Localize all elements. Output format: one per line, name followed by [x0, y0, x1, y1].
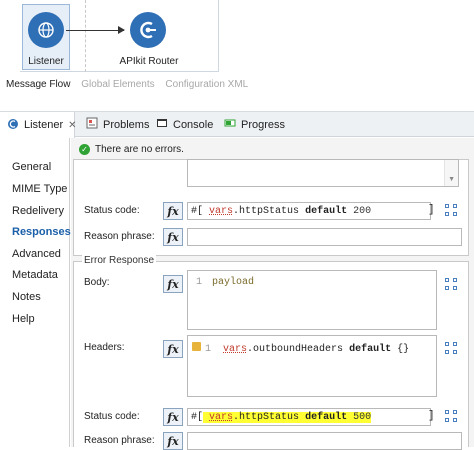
close-icon[interactable]: ✕ [68, 120, 76, 131]
scope-divider [85, 0, 86, 72]
listener-tab-icon [7, 118, 19, 133]
grid-icon[interactable] [445, 278, 459, 292]
fx-toggle-button[interactable]: fx [163, 340, 183, 358]
listener-node[interactable] [28, 12, 64, 48]
globe-icon [38, 22, 54, 38]
fx-toggle-button[interactable]: fx [163, 202, 183, 220]
check-circle-icon: ✓ [79, 144, 90, 155]
headers-editor[interactable]: 1 vars.outboundHeaders default {} [187, 335, 437, 397]
tab-global-elements[interactable]: Global Elements [81, 79, 154, 90]
tab-console[interactable]: Console [156, 112, 213, 137]
nav-item-advanced[interactable]: Advanced [12, 248, 61, 260]
flow-arrow [66, 26, 125, 34]
router-icon [140, 21, 156, 39]
body-editor[interactable]: 1 payload [187, 270, 437, 330]
nav-item-mime-type[interactable]: MIME Type [12, 183, 67, 195]
reason-phrase-label: Reason phrase: [84, 231, 155, 242]
properties-nav: General MIME Type Redelivery Responses A… [0, 138, 71, 447]
flow-canvas: Listener APIkit Router Message Flow Glob… [0, 0, 474, 100]
fx-toggle-button[interactable]: fx [163, 228, 183, 246]
listener-node-label: Listener [28, 56, 64, 67]
apikit-router-node[interactable] [130, 12, 166, 48]
tab-configuration-xml[interactable]: Configuration XML [165, 79, 248, 90]
tab-progress[interactable]: Progress [224, 112, 285, 137]
grid-icon[interactable] [445, 410, 459, 424]
progress-icon [224, 117, 236, 132]
tab-listener-label: Listener [24, 119, 64, 131]
grid-icon[interactable] [445, 204, 459, 218]
warning-icon [192, 342, 201, 351]
nav-item-help[interactable]: Help [12, 313, 35, 325]
tab-console-label: Console [173, 118, 214, 131]
error-status-code-label: Status code: [84, 411, 140, 422]
nav-item-redelivery[interactable]: Redelivery [12, 205, 64, 217]
nav-item-metadata[interactable]: Metadata [12, 269, 58, 281]
response-headers-editor[interactable]: ▼ [187, 159, 459, 187]
validation-status: ✓ There are no errors. [79, 144, 184, 155]
status-code-input[interactable]: #[ vars .httpStatus default 200 [187, 202, 431, 220]
status-code-label: Status code: [84, 205, 140, 216]
tab-listener[interactable]: Listener ✕ [0, 112, 77, 138]
response-panel: ▼ Status code: fx #[ vars .httpStatus def… [73, 159, 469, 256]
grid-icon[interactable] [445, 342, 459, 356]
view-tab-bar: Listener ✕ Problems Console Progress [0, 111, 474, 138]
scrollbar[interactable]: ▼ [444, 160, 458, 186]
status-message: There are no errors. [95, 144, 184, 155]
tab-message-flow[interactable]: Message Flow [6, 79, 70, 90]
nav-item-responses[interactable]: Responses [12, 226, 71, 238]
canvas-tabs: Message Flow Global Elements Configurati… [6, 79, 256, 90]
tab-problems-label: Problems [103, 118, 150, 131]
headers-label: Headers: [84, 342, 125, 353]
error-response-title: Error Response [82, 255, 157, 266]
tab-progress-label: Progress [241, 118, 286, 131]
nav-item-notes[interactable]: Notes [12, 291, 41, 303]
fx-toggle-button[interactable]: fx [163, 432, 183, 450]
error-reason-phrase-label: Reason phrase: [84, 435, 155, 446]
error-response-panel: Error Response Body: fx 1 payload Header… [73, 255, 469, 450]
nav-item-general[interactable]: General [12, 161, 51, 173]
router-node-label: APIkit Router [119, 56, 179, 67]
fx-toggle-button[interactable]: fx [163, 275, 183, 293]
body-code: payload [212, 277, 255, 288]
body-label: Body: [84, 277, 110, 288]
reason-phrase-input[interactable] [187, 228, 462, 246]
error-reason-phrase-input[interactable] [187, 432, 462, 450]
line-number: 1 [196, 277, 203, 288]
properties-content: ▼ Status code: fx #[ vars .httpStatus def… [71, 138, 474, 450]
problems-icon [86, 117, 98, 132]
expression-close-bracket: ] [428, 410, 435, 422]
expression-close-bracket: ] [428, 204, 435, 216]
error-status-code-input[interactable]: #[ vars.httpStatus default 500 [187, 408, 431, 426]
scroll-down-icon[interactable]: ▼ [448, 176, 455, 183]
fx-toggle-button[interactable]: fx [163, 408, 183, 426]
console-icon [156, 117, 168, 132]
tab-problems[interactable]: Problems [86, 112, 149, 137]
